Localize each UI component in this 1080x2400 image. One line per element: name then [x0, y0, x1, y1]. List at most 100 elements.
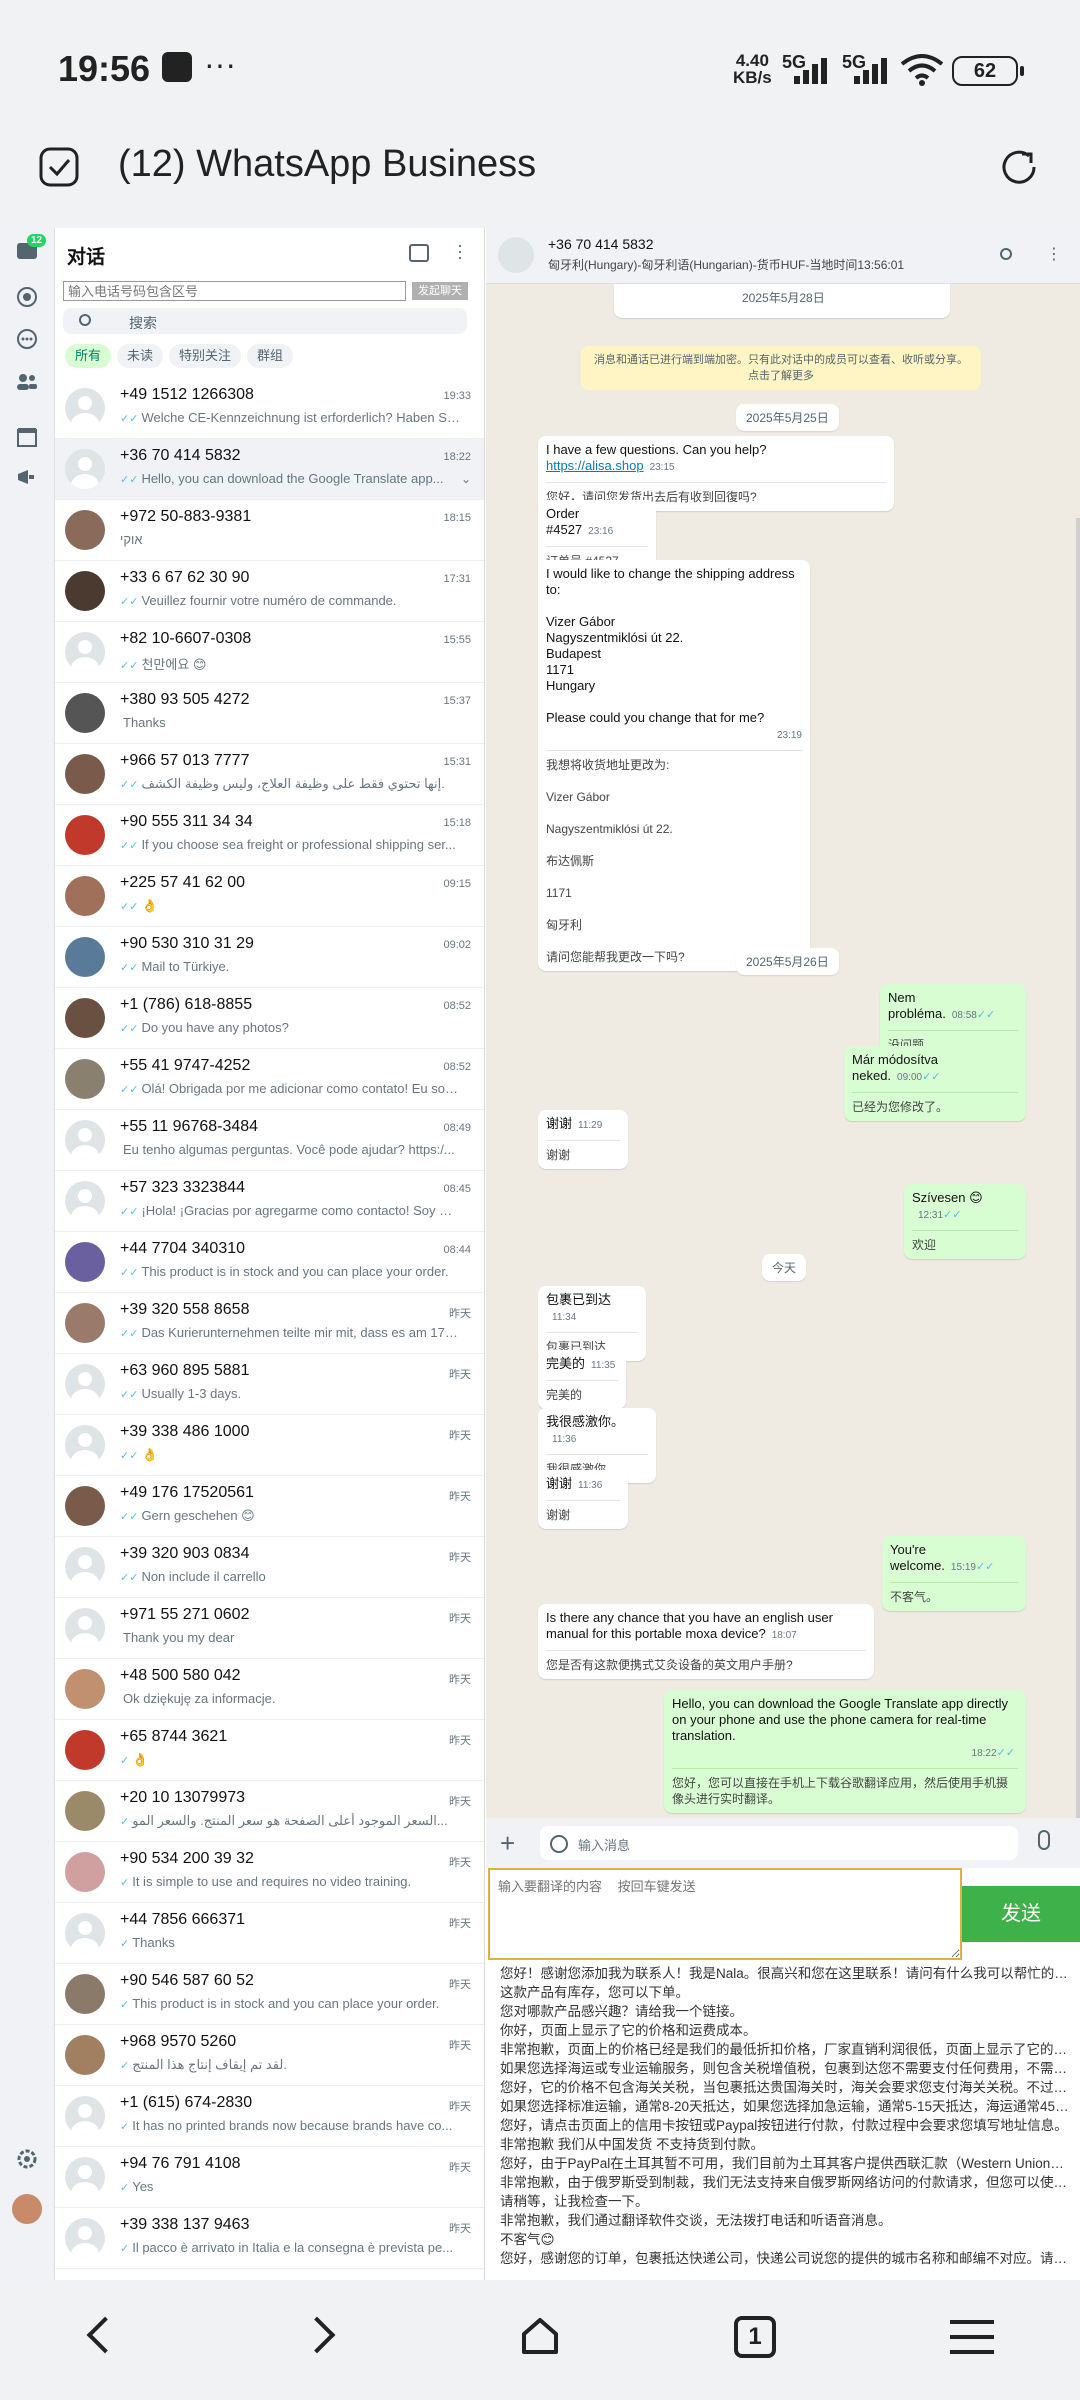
filter-groups[interactable]: 群组	[247, 344, 294, 368]
menu-icon[interactable]: · · ·	[455, 236, 465, 266]
back-icon[interactable]	[86, 2316, 124, 2354]
quick-phrase-item[interactable]: 这款产品有库存，您可以下单。	[500, 1983, 1072, 2002]
chat-time: 15:18	[443, 817, 471, 829]
chat-row[interactable]: +968 9570 5260 昨天 ✓ لقد تم إيقاف إنتاج هذا …	[55, 2025, 484, 2086]
filter-favorites[interactable]: 特别关注	[169, 344, 242, 368]
quick-phrase-item[interactable]: 非常抱歉，页面上的价格已经是我们的最低折扣价格，厂家直销利润很低，页面上显示了它…	[500, 2040, 1072, 2059]
chat-row[interactable]: +20 10 13079973 昨天 ✓ السعر الموجود أعلى الص…	[55, 1781, 484, 1842]
quick-phrase-item[interactable]: 您好，它的价格不包含海关关税，当包裹抵达贵国海关时，海关会要求您支付海关关税。不…	[500, 2078, 1072, 2097]
microphone-icon[interactable]	[1038, 1830, 1050, 1850]
open-chat-button[interactable]: 发起聊天	[412, 282, 468, 300]
chat-row[interactable]: +971 55 271 0602 昨天 Thank you my dear	[55, 1598, 484, 1659]
new-chat-icon[interactable]	[409, 244, 429, 262]
chat-scrollbar[interactable]	[1076, 518, 1080, 1818]
refresh-icon[interactable]	[998, 146, 1040, 188]
message-line	[546, 805, 802, 821]
chat-row[interactable]: +55 41 9747-4252 08:52 ✓✓ Olá! Obrigada por…	[55, 1049, 484, 1110]
avatar	[65, 1242, 105, 1282]
message-input[interactable]: 输入消息	[540, 1826, 1018, 1860]
chat-preview: ✓✓ Mail to Türkiye.	[120, 959, 230, 974]
filter-all[interactable]: 所有	[65, 344, 112, 368]
attach-plus-icon[interactable]: +	[500, 1828, 515, 1859]
chat-row[interactable]: +57 323 3323844 08:45 ✓✓ ¡Hola! ¡Gracias po…	[55, 1171, 484, 1232]
forward-icon[interactable]	[298, 2316, 336, 2354]
chat-row[interactable]: +380 93 505 4272 15:37 Thanks	[55, 683, 484, 744]
catalog-icon[interactable]	[14, 424, 40, 450]
wifi-icon	[900, 54, 944, 86]
quick-phrase-item[interactable]: 非常抱歉，由于俄罗斯受到制裁，我们无法支持来自俄罗斯网络访问的付款请求，但您可以…	[500, 2173, 1072, 2192]
quick-phrase-item[interactable]: 如果您选择海运或专业运输服务，则包含关税增值税，包裹到达您不需要支付任何费用，不…	[500, 2059, 1072, 2078]
chat-row[interactable]: +90 534 200 39 32 昨天 ✓ It is simple to use …	[55, 1842, 484, 1903]
chat-row[interactable]: +39 338 137 9463 昨天 ✓ Il pacco è arrivato i…	[55, 2208, 484, 2269]
chat-row[interactable]: +90 530 310 31 29 09:02 ✓✓ Mail to Türkiye.	[55, 927, 484, 988]
quick-phrase-item[interactable]: 您好，感谢您的订单，包裹抵达快递公司，快递公司说您的提供的城市名称和邮编不对应。…	[500, 2249, 1072, 2268]
chat-time: 昨天	[449, 1308, 471, 1320]
chat-row[interactable]: +1 (786) 618-8855 08:52 ✓✓ Do you have any …	[55, 988, 484, 1049]
chat-preview: ✓✓ Usually 1-3 days.	[120, 1386, 242, 1401]
communities-icon[interactable]	[14, 368, 40, 394]
chat-row[interactable]: +49 176 17520561 昨天 ✓✓ Gern geschehen 😊	[55, 1476, 484, 1537]
chat-row[interactable]: +65 8744 3621 昨天 ✓ 👌	[55, 1720, 484, 1781]
read-receipt-icon: ✓✓	[120, 901, 139, 913]
profile-avatar[interactable]	[12, 2194, 42, 2224]
quick-phrase-item[interactable]: 你好，页面上显示了它的价格和运费成本。	[500, 2021, 1072, 2040]
chat-row[interactable]: +36 70 414 5832 18:22 ✓✓ Hello, you can dow…	[55, 439, 484, 500]
quick-phrase-item[interactable]: 非常抱歉，我们通过翻译软件交谈，无法拨打电话和听语音消息。	[500, 2211, 1072, 2230]
chat-preview: ✓ This product is in stock and you can pl…	[120, 1996, 440, 2011]
quick-phrase-item[interactable]: 不客气😊	[500, 2230, 1072, 2249]
chat-row[interactable]: +44 7704 340310 08:44 ✓✓ This product is in…	[55, 1232, 484, 1293]
home-icon[interactable]	[520, 2316, 560, 2356]
message-line: 布达佩斯	[546, 854, 595, 868]
settings-icon[interactable]	[14, 2146, 40, 2172]
megaphone-icon[interactable]	[14, 464, 40, 490]
quick-phrase-item[interactable]: 您好！感谢您添加我为联系人！我是Nala。很高兴和您在这里联系！请问有什么我可以…	[500, 1964, 1072, 1983]
chat-row[interactable]: +49 1512 1266308 19:33 ✓✓ Welche CE-Kennzei…	[55, 378, 484, 439]
contact-name[interactable]: +36 70 414 5832	[548, 236, 654, 252]
chat-row[interactable]: +48 500 580 042 昨天 Ok dziękuję za informac…	[55, 1659, 484, 1720]
chat-row[interactable]: +90 555 311 34 34 15:18 ✓✓ If you choose se…	[55, 805, 484, 866]
chat-time: 昨天	[449, 1918, 471, 1930]
phone-number-input[interactable]	[63, 281, 406, 301]
chat-row[interactable]: +55 11 96768-3484 08:49 Eu tenho algumas p…	[55, 1110, 484, 1171]
chat-time: 09:02	[443, 939, 471, 951]
chat-row[interactable]: +63 960 895 5881 昨天 ✓✓ Usually 1-3 days.	[55, 1354, 484, 1415]
message-link[interactable]: https://alisa.shop	[546, 458, 644, 473]
avatar	[65, 571, 105, 611]
chat-row[interactable]: +972 50-883-9381 18:15 אוקי	[55, 500, 484, 561]
chat-preview: Eu tenho algumas perguntas. Você pode aj…	[123, 1142, 455, 1157]
avatar	[65, 1059, 105, 1099]
translate-input[interactable]	[488, 1868, 962, 1960]
chat-row[interactable]: +39 338 486 1000 昨天 ✓✓ 👌	[55, 1415, 484, 1476]
translate-send-button[interactable]: 发送	[962, 1886, 1080, 1942]
channels-icon[interactable]	[14, 326, 40, 352]
quick-phrase-item[interactable]: 请稍等，让我检查一下。	[500, 2192, 1072, 2211]
quick-phrase-item[interactable]: 您对哪款产品感兴趣？请给我一个链接。	[500, 2002, 1072, 2021]
search-icon[interactable]	[1000, 248, 1012, 260]
quick-phrase-item[interactable]: 如果您选择标准运输，通常8-20天抵达，如果您选择加急运输，通常5-15天抵达，…	[500, 2097, 1072, 2116]
tabs-button[interactable]: 1	[734, 2316, 776, 2358]
chat-row[interactable]: +90 546 587 60 52 昨天 ✓ This product is in s…	[55, 1964, 484, 2025]
filter-unread[interactable]: 未读	[117, 344, 164, 368]
chat-row[interactable]: +39 320 903 0834 昨天 ✓✓ Non include il carre…	[55, 1537, 484, 1598]
quick-phrase-item[interactable]: 您好，请点击页面上的信用卡按钮或Paypal按钮进行付款，付款过程中会要求您填写…	[500, 2116, 1072, 2135]
checkbox-icon[interactable]	[38, 146, 80, 188]
quick-phrase-item[interactable]: 您好，由于PayPal在土耳其暂不可用，我们目前为土耳其客户提供西联汇款（Wes…	[500, 2154, 1072, 2173]
chat-row[interactable]: +225 57 41 62 00 09:15 ✓✓ 👌	[55, 866, 484, 927]
quick-phrase-item[interactable]: 非常抱歉 我们从中国发货 不支持货到付款。	[500, 2135, 1072, 2154]
status-icon[interactable]	[14, 284, 40, 310]
chat-row[interactable]: +33 6 67 62 30 90 17:31 ✓✓ Veuillez fournir…	[55, 561, 484, 622]
chat-row[interactable]: +44 7856 666371 昨天 ✓ Thanks	[55, 1903, 484, 1964]
search-input[interactable]: 搜索	[63, 308, 467, 334]
contact-avatar[interactable]	[498, 237, 534, 273]
menu-icon[interactable]: ⋮	[1046, 244, 1062, 264]
chat-row[interactable]: +94 76 791 4108 昨天 ✓ Yes	[55, 2147, 484, 2208]
chat-row[interactable]: +1 (615) 674-2830 昨天 ✓ It has no printed br…	[55, 2086, 484, 2147]
chevron-down-icon[interactable]: ⌄	[461, 472, 471, 486]
chat-row[interactable]: +966 57 013 7777 15:31 ✓✓ إنها تحتوي فقط عل…	[55, 744, 484, 805]
encryption-notice[interactable]: 消息和通话已进行端到端加密。只有此对话中的成员可以查看、收听或分享。点击了解更多	[581, 346, 981, 390]
avatar	[65, 388, 105, 428]
menu-icon[interactable]	[950, 2320, 994, 2354]
chat-row[interactable]: +82 10-6607-0308 15:55 ✓✓ 천만에요 😊	[55, 622, 484, 683]
emoji-icon[interactable]	[550, 1835, 568, 1853]
chat-row[interactable]: +39 320 558 8658 昨天 ✓✓ Das Kurierunternehme…	[55, 1293, 484, 1354]
